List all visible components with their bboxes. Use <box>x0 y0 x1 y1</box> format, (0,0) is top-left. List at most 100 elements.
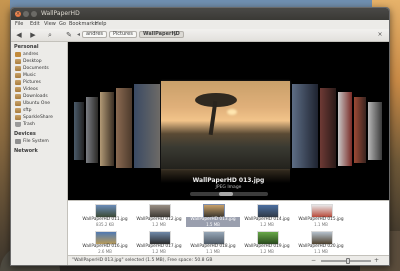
file-item[interactable]: WallPaperHD 017.jpg 1.2 MB <box>132 230 186 254</box>
sidebar-item-videos[interactable]: Videos <box>15 86 67 93</box>
sidebar-item-music[interactable]: Music <box>15 72 67 79</box>
sidebar-item-label: andres <box>23 52 39 57</box>
home-icon <box>15 52 21 57</box>
desktop-wallpaper-left <box>0 0 10 271</box>
cover-thumbnail[interactable] <box>116 88 132 168</box>
search-icon[interactable]: ⌕ <box>46 31 54 39</box>
file-item[interactable]: WallPaperHD 016.jpg 2.6 MB <box>78 230 132 254</box>
forward-arrow-icon[interactable]: ▶ <box>29 31 37 39</box>
cover-thumbnail[interactable] <box>368 102 382 160</box>
sidebar-item-documents[interactable]: Documents <box>15 65 67 72</box>
sidebar-item-ubuntu-one[interactable]: Ubuntu One <box>15 100 67 107</box>
status-text: "WallPaperHD 013.jpg" selected (1.5 MB),… <box>72 258 213 263</box>
folder-icon <box>15 87 21 92</box>
image-thumbnail <box>311 231 333 245</box>
image-thumbnail <box>95 204 117 218</box>
sidebar-item-downloads[interactable]: Downloads <box>15 93 67 100</box>
folder-icon <box>15 80 21 85</box>
file-item[interactable]: WallPaperHD 012.jpg 1.2 MB <box>132 203 186 227</box>
sidebar-item-label: Trash <box>23 122 35 127</box>
chevron-right-icon[interactable]: ▸ <box>174 31 177 39</box>
cover-thumbnail[interactable] <box>134 84 160 168</box>
title-bar[interactable]: × WallPaperHD <box>11 8 389 20</box>
cover-thumbnail[interactable] <box>354 97 366 163</box>
zoom-slider[interactable] <box>321 258 371 264</box>
breadcrumb-pictures[interactable]: Pictures <box>109 31 137 38</box>
file-item[interactable]: WallPaperHD 019.jpg 1.2 MB <box>240 230 294 254</box>
file-size: 1.1 MB <box>206 249 220 254</box>
sidebar-item-label: Pictures <box>23 80 41 85</box>
sidebar-item-label: Documents <box>23 66 49 71</box>
sidebar-item-sparkleshare[interactable]: SparkleShare <box>15 114 67 121</box>
file-size: 1.2 MB <box>260 222 274 227</box>
menu-file[interactable]: File <box>15 21 23 28</box>
sidebar-item-label: File System <box>23 139 49 144</box>
sidebar-item-andres[interactable]: andres <box>15 51 67 58</box>
folder-icon <box>15 73 21 78</box>
window-title: WallPaperHD <box>41 10 80 17</box>
cover-thumbnail[interactable] <box>292 84 318 168</box>
sidebar-item-file-system[interactable]: File System <box>15 138 67 145</box>
menu-help[interactable]: Help <box>95 21 106 28</box>
image-thumbnail <box>203 231 225 245</box>
sidebar-heading-devices: Devices <box>14 131 36 137</box>
file-item[interactable]: WallPaperHD 020.jpg 1.1 MB <box>294 230 348 254</box>
maximize-button[interactable] <box>31 11 37 17</box>
toolbar: ◀ ▶ ⌕ ✎ ◂ andres Pictures WallPaperHD ▸ … <box>11 29 389 42</box>
image-thumbnail <box>257 204 279 218</box>
status-bar: "WallPaperHD 013.jpg" selected (1.5 MB),… <box>68 255 389 265</box>
zoom-slider-handle[interactable] <box>346 258 350 264</box>
zoom-in-icon[interactable]: + <box>374 257 379 264</box>
file-item[interactable]: WallPaperHD 013.jpg 1.5 MB <box>186 203 240 227</box>
file-item[interactable]: WallPaperHD 011.jpg 835.2 KB <box>78 203 132 227</box>
cover-flow-view[interactable]: WallPaperHD 013.jpg JPEG Image <box>68 42 389 200</box>
file-size: 1.1 MB <box>314 222 328 227</box>
sidebar-item-desktop[interactable]: Desktop <box>15 58 67 65</box>
sidebar-item-label: Desktop <box>23 59 42 64</box>
chevron-left-icon[interactable]: ◂ <box>77 31 80 39</box>
folder-icon <box>15 59 21 64</box>
folder-icon <box>15 108 21 113</box>
image-thumbnail <box>311 204 333 218</box>
file-item[interactable]: WallPaperHD 014.jpg 1.2 MB <box>240 203 294 227</box>
cover-thumbnail[interactable] <box>100 92 114 166</box>
sidebar-item-pictures[interactable]: Pictures <box>15 79 67 86</box>
cover-subcaption: JPEG Image <box>215 185 242 190</box>
cover-thumbnail[interactable] <box>74 102 84 160</box>
edit-path-icon[interactable]: ✎ <box>65 31 73 39</box>
close-pane-icon[interactable]: × <box>376 31 384 39</box>
cover-thumbnail[interactable] <box>86 97 98 163</box>
sidebar-item-label: SparkleShare <box>23 115 53 120</box>
file-item[interactable]: WallPaperHD 018.jpg 1.1 MB <box>186 230 240 254</box>
sidebar-item-trash[interactable]: Trash <box>15 121 67 128</box>
cover-flow-scrollbar[interactable] <box>190 192 268 196</box>
menu-view[interactable]: View <box>44 21 56 28</box>
cover-current-image[interactable] <box>161 81 290 169</box>
file-size: 835.2 KB <box>95 222 115 227</box>
close-button[interactable]: × <box>15 11 21 17</box>
sun-shape <box>227 109 237 115</box>
menu-bookmarks[interactable]: Bookmarks <box>69 21 97 28</box>
image-thumbnail <box>95 231 117 245</box>
file-size: 1.2 MB <box>152 222 166 227</box>
zoom-out-icon[interactable]: − <box>311 257 316 264</box>
cover-thumbnail[interactable] <box>338 92 352 166</box>
trash-icon <box>15 122 21 127</box>
file-item[interactable]: WallPaperHD 015.jpg 1.1 MB <box>294 203 348 227</box>
image-thumbnail <box>149 204 171 218</box>
menu-edit[interactable]: Edit <box>30 21 40 28</box>
folder-icon <box>15 115 21 120</box>
cover-caption: WallPaperHD 013.jpg <box>192 177 265 184</box>
cover-thumbnail[interactable] <box>320 88 336 168</box>
folder-icon <box>15 66 21 71</box>
sidebar-item-sftp[interactable]: sftp <box>15 107 67 114</box>
breadcrumb-andres[interactable]: andres <box>82 31 108 38</box>
file-size: 1.2 MB <box>260 249 274 254</box>
file-size: 1.2 MB <box>152 249 166 254</box>
back-arrow-icon[interactable]: ◀ <box>15 31 23 39</box>
file-size: 1.5 MB <box>186 222 240 227</box>
breadcrumb-wallpaperhd[interactable]: WallPaperHD <box>139 31 184 38</box>
minimize-button[interactable] <box>23 11 29 17</box>
menu-go[interactable]: Go <box>59 21 66 28</box>
scrollbar-thumb[interactable] <box>219 192 233 196</box>
